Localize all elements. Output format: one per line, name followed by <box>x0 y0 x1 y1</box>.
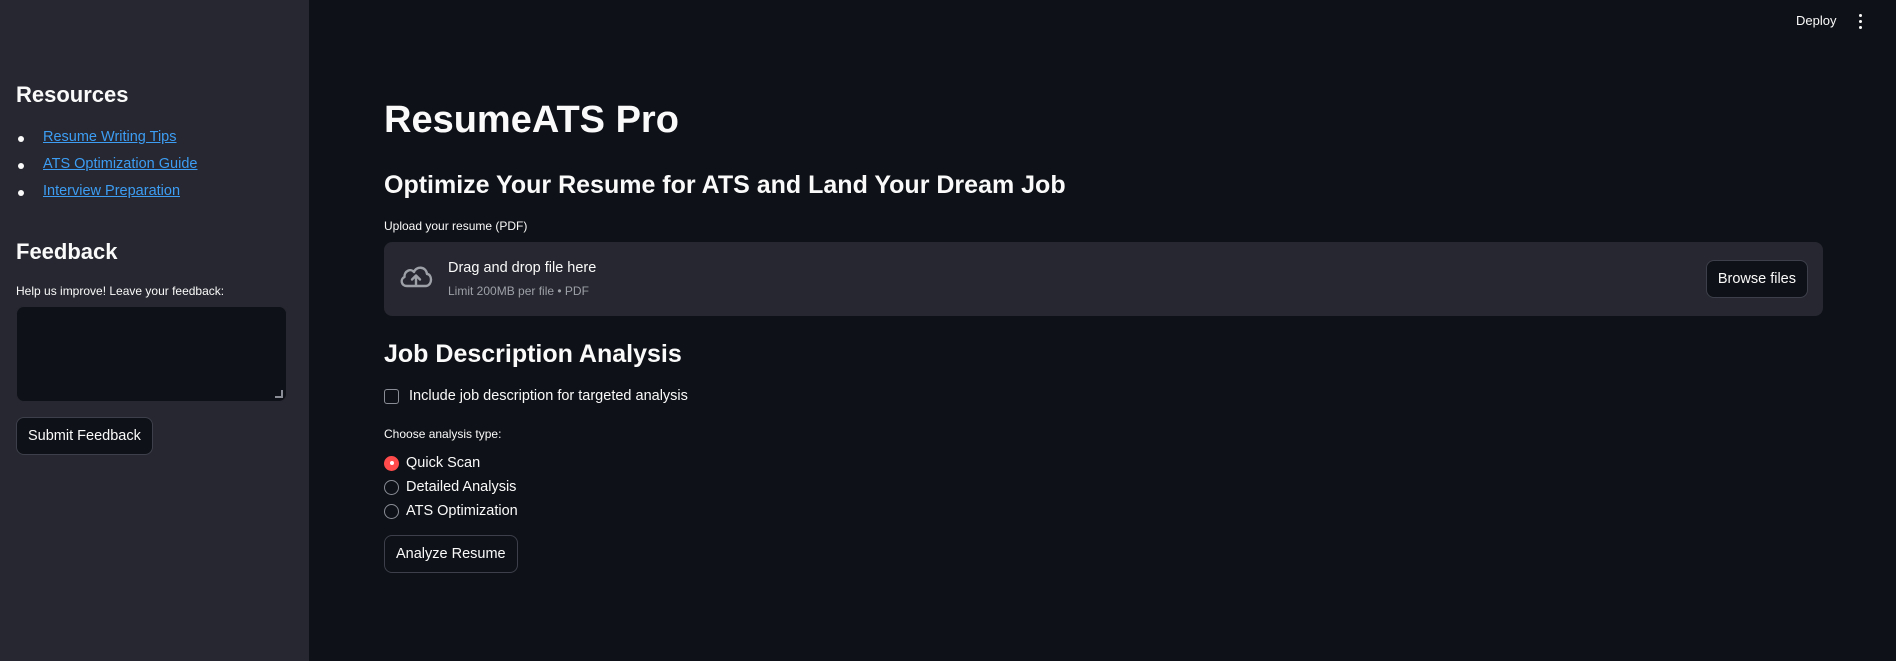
feedback-label: Help us improve! Leave your feedback: <box>16 284 225 298</box>
deploy-button[interactable]: Deploy <box>1796 13 1836 28</box>
resources-heading: Resources <box>16 82 129 107</box>
page-title: ResumeATS Pro <box>384 99 679 141</box>
bullet-icon <box>18 136 24 142</box>
bullet-icon <box>18 190 24 196</box>
include-jd-checkbox[interactable] <box>384 388 399 404</box>
dropzone-instruction: Drag and drop file here <box>448 260 597 276</box>
resume-writing-tips-link[interactable]: Resume Writing Tips <box>43 129 177 145</box>
file-dropzone[interactable]: Drag and drop file here Limit 200MB per … <box>384 242 1823 316</box>
sidebar: Resources Resume Writing Tips ATS Optimi… <box>0 0 309 661</box>
radio-button[interactable] <box>384 479 399 495</box>
bullet-icon <box>18 163 24 169</box>
analyze-resume-button[interactable]: Analyze Resume <box>384 535 518 573</box>
analysis-type-label: Choose analysis type: <box>384 427 502 441</box>
radio-button[interactable] <box>384 503 399 519</box>
interview-preparation-link[interactable]: Interview Preparation <box>43 183 180 199</box>
job-description-heading: Job Description Analysis <box>384 340 682 368</box>
radio-option-quick-scan[interactable]: Quick Scan <box>384 451 518 475</box>
radio-button[interactable] <box>384 455 399 471</box>
feedback-textarea[interactable] <box>16 306 287 402</box>
app-root: Resources Resume Writing Tips ATS Optimi… <box>0 0 1896 661</box>
radio-label: Quick Scan <box>406 455 481 471</box>
radio-label: ATS Optimization <box>406 503 518 519</box>
include-jd-label: Include job description for targeted ana… <box>409 388 688 404</box>
radio-label: Detailed Analysis <box>406 479 517 495</box>
kebab-menu-icon[interactable] <box>1856 14 1866 30</box>
browse-files-button[interactable]: Browse files <box>1705 260 1808 298</box>
dropzone-limit: Limit 200MB per file • PDF <box>448 284 589 298</box>
submit-feedback-button[interactable]: Submit Feedback <box>16 417 153 455</box>
include-jd-checkbox-row[interactable]: Include job description for targeted ana… <box>384 388 688 404</box>
analysis-type-radio-group: Quick Scan Detailed Analysis ATS Optimiz… <box>384 451 518 523</box>
feedback-heading: Feedback <box>16 239 118 264</box>
radio-option-ats-optimization[interactable]: ATS Optimization <box>384 499 518 523</box>
cloud-upload-icon <box>400 266 433 288</box>
upload-label: Upload your resume (PDF) <box>384 219 528 233</box>
resize-handle-icon[interactable] <box>275 390 283 398</box>
radio-option-detailed-analysis[interactable]: Detailed Analysis <box>384 475 518 499</box>
ats-optimization-guide-link[interactable]: ATS Optimization Guide <box>43 156 197 172</box>
page-subtitle: Optimize Your Resume for ATS and Land Yo… <box>384 171 1066 199</box>
